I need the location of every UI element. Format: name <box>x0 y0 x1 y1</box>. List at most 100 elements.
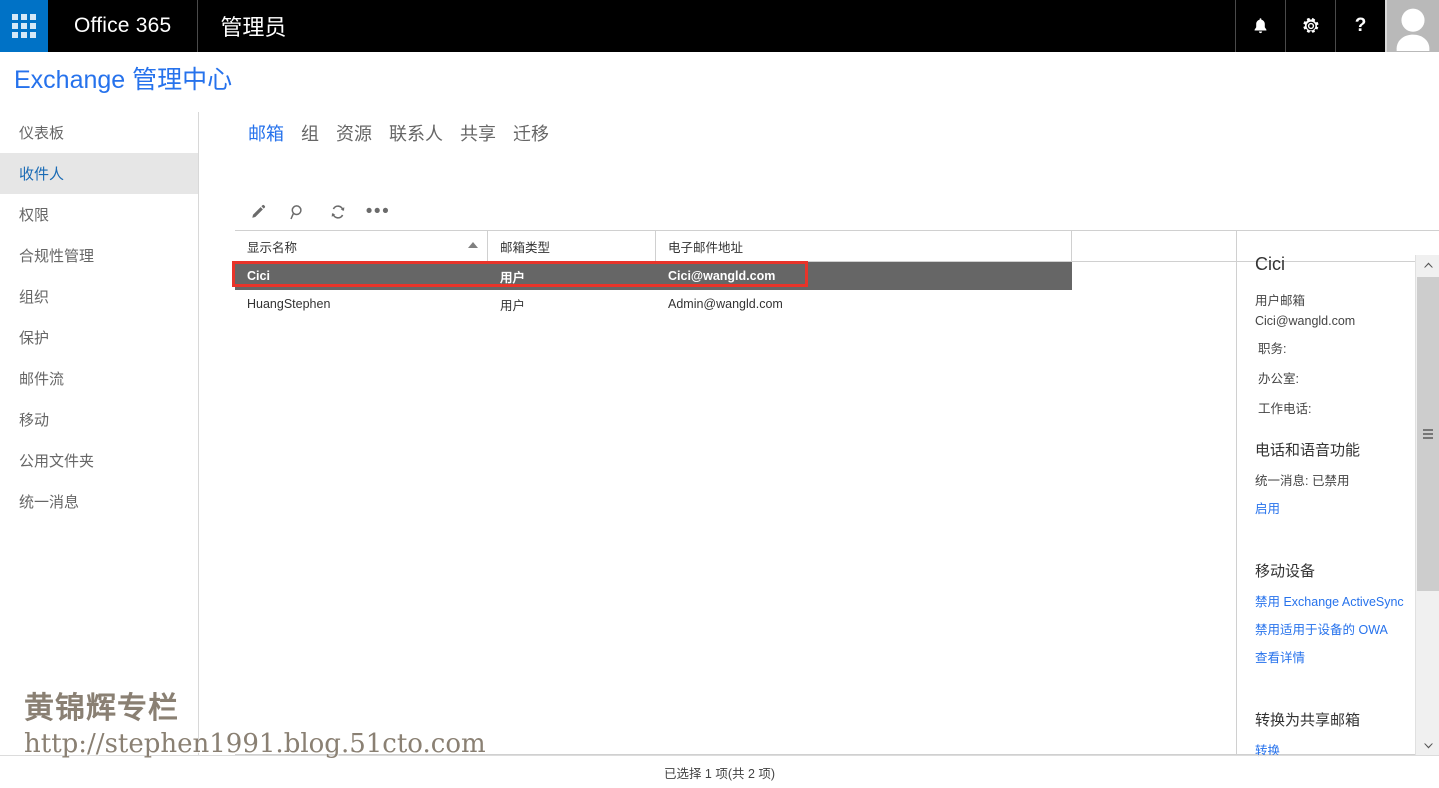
details-link-convert[interactable]: 转换 <box>1255 740 1439 759</box>
edit-pencil-icon <box>250 204 266 220</box>
column-header-email-address[interactable]: 电子邮件地址 <box>656 231 1072 261</box>
sidebar-item-mail-flow[interactable]: 邮件流 <box>0 358 198 399</box>
details-content: Cici 用户邮箱 Cici@wangld.com 职务: 办公室: 工作电话:… <box>1237 230 1439 788</box>
details-section-phone-voice-title: 电话和语音功能 <box>1255 442 1361 459</box>
sidebar-item-label: 邮件流 <box>19 371 65 388</box>
tab-label: 组 <box>301 124 319 144</box>
sidebar-item-label: 合规性管理 <box>19 248 95 265</box>
sidebar-item-public-folders[interactable]: 公用文件夹 <box>0 440 198 481</box>
table-row[interactable]: Cici 用户 Cici@wangld.com <box>235 262 1072 290</box>
details-link-disable-owa-for-devices[interactable]: 禁用适用于设备的 OWA <box>1255 619 1439 638</box>
tab-shared[interactable]: 共享 <box>460 120 496 146</box>
tab-contacts[interactable]: 联系人 <box>389 120 443 146</box>
tab-resources[interactable]: 资源 <box>336 120 372 146</box>
search-icon <box>290 204 306 220</box>
sidebar-item-label: 公用文件夹 <box>19 453 95 470</box>
details-pane: Cici 用户邮箱 Cici@wangld.com 职务: 办公室: 工作电话:… <box>1237 230 1439 758</box>
settings-gear-button[interactable] <box>1285 0 1335 52</box>
sidebar-item-permissions[interactable]: 权限 <box>0 194 198 235</box>
app-launcher-button[interactable] <box>0 0 48 52</box>
refresh-icon <box>330 204 346 220</box>
details-scrollbar[interactable] <box>1415 255 1439 755</box>
page-title-primary: Exchange <box>14 66 126 94</box>
details-email: Cici@wangld.com <box>1255 314 1356 328</box>
notification-bell-icon <box>1252 17 1269 35</box>
sidebar-item-label: 权限 <box>19 207 50 224</box>
user-avatar[interactable] <box>1385 0 1439 52</box>
cell-display-name: Cici <box>247 269 270 283</box>
column-header-label: 邮箱类型 <box>500 240 551 255</box>
column-header-display-name[interactable]: 显示名称 <box>235 231 488 261</box>
tab-migration[interactable]: 迁移 <box>513 120 549 146</box>
sidebar-item-label: 组织 <box>19 289 50 306</box>
scroll-up-button[interactable] <box>1416 255 1439 274</box>
sidebar-item-unified-messaging[interactable]: 统一消息 <box>0 481 198 522</box>
page-title: Exchange 管理中心 <box>14 60 232 96</box>
help-question-icon: ? <box>1354 15 1367 36</box>
content-area: 邮箱 组 资源 联系人 共享 迁移 ••• 显示名称 邮箱类型 电子邮件地址 C… <box>200 112 1439 758</box>
tab-mailboxes[interactable]: 邮箱 <box>248 120 284 146</box>
page-title-secondary: 管理中心 <box>132 66 233 94</box>
edit-button[interactable] <box>244 198 272 226</box>
details-spacer <box>1255 675 1439 687</box>
tab-label: 共享 <box>460 124 496 144</box>
cell-email-address: Admin@wangld.com <box>668 297 783 311</box>
tab-bar: 邮箱 组 资源 联系人 共享 迁移 <box>248 120 549 146</box>
sidebar: 仪表板 收件人 权限 合规性管理 组织 保护 邮件流 移动 公用文件夹 统一消息 <box>0 112 199 755</box>
tab-label: 联系人 <box>389 124 443 144</box>
details-section-mobile-devices-title: 移动设备 <box>1255 563 1316 580</box>
suite-context-label: 管理员 <box>220 15 287 40</box>
suite-header: Office 365 管理员 ? <box>0 0 1439 52</box>
column-header-mailbox-type[interactable]: 邮箱类型 <box>488 231 656 261</box>
scroll-down-button[interactable] <box>1416 736 1439 755</box>
details-section-convert-shared-title: 转换为共享邮箱 <box>1255 712 1361 729</box>
sidebar-item-label: 统一消息 <box>19 494 80 511</box>
sidebar-item-compliance[interactable]: 合规性管理 <box>0 235 198 276</box>
selection-status-text: 已选择 1 项(共 2 项) <box>663 767 776 781</box>
cell-email-address: Cici@wangld.com <box>668 269 776 283</box>
scrollbar-thumb[interactable] <box>1417 277 1439 591</box>
sort-ascending-icon <box>468 242 478 248</box>
waffle-icon <box>12 14 36 38</box>
details-mailbox-kind: 用户邮箱 <box>1255 294 1306 308</box>
column-header-label: 显示名称 <box>247 240 298 255</box>
settings-gear-icon <box>1302 17 1320 35</box>
details-um-status: 统一消息: 已禁用 <box>1255 474 1350 488</box>
sidebar-item-dashboard[interactable]: 仪表板 <box>0 112 198 153</box>
more-options-button[interactable]: ••• <box>364 198 392 226</box>
search-button[interactable] <box>284 198 312 226</box>
refresh-button[interactable] <box>324 198 352 226</box>
tab-label: 资源 <box>336 124 372 144</box>
suite-brand-label[interactable]: Office 365 <box>48 0 199 52</box>
details-field-office: 办公室: <box>1258 372 1299 386</box>
cell-mailbox-type: 用户 <box>500 298 526 313</box>
help-button[interactable]: ? <box>1335 0 1385 52</box>
sidebar-item-organization[interactable]: 组织 <box>0 276 198 317</box>
cell-display-name: HuangStephen <box>247 297 331 311</box>
details-link-enable-um[interactable]: 启用 <box>1255 498 1439 517</box>
tab-label: 迁移 <box>513 124 549 144</box>
details-display-name: Cici <box>1255 254 1285 274</box>
cell-mailbox-type: 用户 <box>500 270 526 285</box>
details-link-disable-activesync[interactable]: 禁用 Exchange ActiveSync <box>1255 591 1439 610</box>
details-link-view-details[interactable]: 查看详情 <box>1255 647 1439 666</box>
details-spacer <box>1255 526 1439 538</box>
sidebar-item-label: 移动 <box>19 412 50 429</box>
notification-bell-button[interactable] <box>1235 0 1285 52</box>
details-field-title: 职务: <box>1258 342 1287 356</box>
suite-header-spacer <box>308 0 1235 52</box>
scroll-down-arrow-icon <box>1423 742 1434 750</box>
tab-groups[interactable]: 组 <box>301 120 319 146</box>
sidebar-item-label: 仪表板 <box>19 125 65 142</box>
column-header-label: 电子邮件地址 <box>668 240 744 255</box>
app-root: Office 365 管理员 ? Exchange 管理中心 仪表板 收件人 权… <box>0 0 1439 788</box>
tab-label: 邮箱 <box>248 124 284 144</box>
sidebar-item-recipients[interactable]: 收件人 <box>0 153 198 194</box>
sidebar-item-protection[interactable]: 保护 <box>0 317 198 358</box>
more-ellipsis-icon: ••• <box>365 201 391 222</box>
scroll-up-arrow-icon <box>1423 261 1434 269</box>
details-field-work-phone: 工作电话: <box>1258 402 1312 416</box>
sidebar-item-label: 收件人 <box>19 166 65 183</box>
sidebar-item-mobile[interactable]: 移动 <box>0 399 198 440</box>
sidebar-item-label: 保护 <box>19 330 50 347</box>
